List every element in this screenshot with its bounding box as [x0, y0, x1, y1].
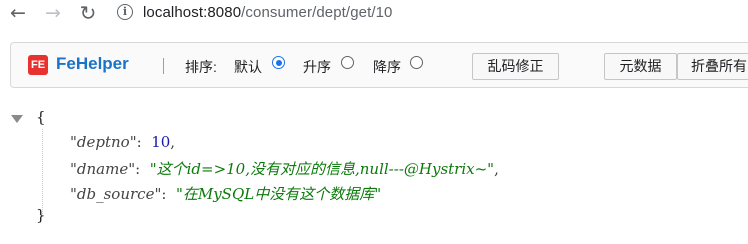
address-bar-url[interactable]: localhost:8080/consumer/dept/get/10: [143, 4, 393, 21]
json-entry-deptno: "deptno": 10,: [70, 133, 176, 151]
json-entry-db-source: "db_source": "在MySQL中没有这个数据库": [70, 185, 382, 203]
json-value-string: "这个id=>10,没有对应的信息,null---@Hystrix~": [149, 160, 495, 178]
sort-default-label[interactable]: 默认: [234, 57, 262, 77]
url-host: localhost:8080: [143, 4, 242, 21]
json-key: "db_source": [70, 185, 162, 203]
json-viewer: { "deptno": 10, "dname": "这个id=>10,没有对应的…: [0, 100, 748, 244]
url-path: /consumer/dept/get/10: [241, 4, 393, 21]
fehelper-toolbar: FE FeHelper 排序: 默认 升序 降序 乱码修正 元数据 折叠所有: [10, 42, 748, 88]
forward-arrow-icon[interactable]: →: [41, 2, 65, 24]
browser-toolbar: ← → ↻ i localhost:8080/consumer/dept/get…: [0, 0, 748, 26]
reload-icon[interactable]: ↻: [76, 1, 100, 25]
json-value-number: 10: [151, 133, 171, 151]
json-key: "deptno": [70, 133, 137, 151]
indent-guide: [42, 129, 43, 214]
fehelper-title[interactable]: FeHelper: [56, 54, 129, 74]
sort-desc-label[interactable]: 降序: [373, 57, 401, 77]
info-icon[interactable]: i: [117, 4, 133, 20]
metadata-button[interactable]: 元数据: [604, 53, 677, 80]
json-open-brace: {: [36, 108, 46, 126]
json-close-brace: }: [36, 206, 46, 224]
collapse-toggle-icon[interactable]: [11, 115, 23, 123]
sort-label: 排序:: [185, 59, 217, 75]
toolbar-divider: [163, 58, 164, 74]
fix-encoding-button[interactable]: 乱码修正: [472, 53, 559, 80]
sort-default-radio[interactable]: [272, 56, 285, 69]
json-value-string: "在MySQL中没有这个数据库": [175, 185, 382, 203]
json-key: "dname": [70, 160, 136, 178]
sort-desc-radio[interactable]: [410, 56, 423, 69]
sort-asc-radio[interactable]: [341, 56, 354, 69]
json-entry-dname: "dname": "这个id=>10,没有对应的信息,null---@Hystr…: [70, 160, 499, 178]
sort-asc-label[interactable]: 升序: [303, 57, 331, 77]
fehelper-logo-icon: FE: [28, 55, 48, 75]
collapse-all-button[interactable]: 折叠所有: [677, 53, 748, 80]
back-arrow-icon[interactable]: ←: [6, 2, 30, 24]
